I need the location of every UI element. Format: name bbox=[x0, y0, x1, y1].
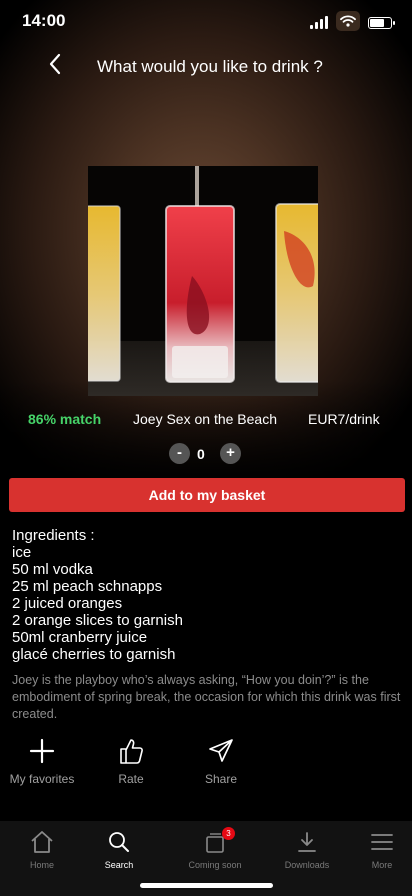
quantity-value: 0 bbox=[197, 446, 205, 462]
nav-search[interactable]: Search bbox=[84, 829, 154, 870]
home-indicator bbox=[140, 883, 273, 888]
drink-image bbox=[88, 166, 318, 396]
drink-name: Joey Sex on the Beach bbox=[133, 411, 277, 427]
ingredient-item: 50ml cranberry juice bbox=[12, 629, 148, 646]
ingredient-item: glacé cherries to garnish bbox=[12, 646, 176, 663]
status-bar: 14:00 bbox=[0, 0, 412, 44]
match-percentage: 86% match bbox=[28, 411, 102, 427]
home-icon bbox=[7, 829, 77, 855]
wifi-icon bbox=[336, 11, 360, 31]
nav-more-label: More bbox=[371, 860, 393, 870]
status-icons bbox=[310, 11, 395, 31]
send-icon bbox=[181, 736, 261, 766]
nav-home[interactable]: Home bbox=[7, 829, 77, 870]
search-icon bbox=[84, 829, 154, 855]
share-button[interactable]: Share bbox=[181, 736, 261, 786]
share-label: Share bbox=[204, 772, 238, 786]
decrease-quantity-button[interactable]: - bbox=[169, 443, 190, 464]
page-title: What would you like to drink ? bbox=[97, 57, 323, 76]
nav-home-label: Home bbox=[29, 860, 54, 870]
nav-more[interactable]: More bbox=[347, 829, 412, 870]
nav-downloads[interactable]: Downloads bbox=[272, 829, 342, 870]
drink-price: EUR7/drink bbox=[308, 411, 380, 427]
ingredient-item: 2 orange slices to garnish bbox=[12, 612, 183, 629]
ingredient-item: 25 ml peach schnapps bbox=[12, 578, 163, 595]
download-icon bbox=[272, 829, 342, 855]
rate-button[interactable]: Rate bbox=[91, 736, 171, 786]
nav-downloads-label: Downloads bbox=[284, 860, 330, 870]
chevron-left-icon bbox=[49, 53, 61, 75]
status-time: 14:00 bbox=[22, 11, 66, 30]
drink-description: Joey is the playboy who’s always asking,… bbox=[12, 673, 401, 721]
coming-soon-icon: 3 bbox=[180, 827, 250, 855]
my-favorites-label: My favorites bbox=[9, 772, 75, 786]
thumbs-up-icon bbox=[91, 736, 171, 766]
menu-icon bbox=[347, 829, 412, 855]
ingredients-list: Ingredients : ice 50 ml vodka 25 ml peac… bbox=[12, 527, 183, 663]
nav-coming-soon-label: Coming soon bbox=[188, 860, 242, 870]
back-button[interactable] bbox=[42, 50, 70, 78]
battery-icon bbox=[368, 16, 395, 29]
ingredient-item: 50 ml vodka bbox=[12, 561, 93, 578]
nav-coming-soon[interactable]: 3 Coming soon bbox=[180, 827, 250, 870]
signal-icon bbox=[310, 16, 328, 29]
plus-icon bbox=[2, 736, 82, 766]
my-favorites-button[interactable]: My favorites bbox=[2, 736, 82, 786]
nav-search-label: Search bbox=[104, 860, 134, 870]
ingredient-item: ice bbox=[12, 544, 32, 561]
ingredient-item: 2 juiced oranges bbox=[12, 595, 123, 612]
rate-label: Rate bbox=[118, 772, 144, 786]
increase-quantity-button[interactable]: + bbox=[220, 443, 241, 464]
notification-badge: 3 bbox=[222, 827, 235, 840]
ingredients-heading: Ingredients : bbox=[12, 527, 95, 544]
add-to-basket-button[interactable]: Add to my basket bbox=[9, 478, 405, 512]
